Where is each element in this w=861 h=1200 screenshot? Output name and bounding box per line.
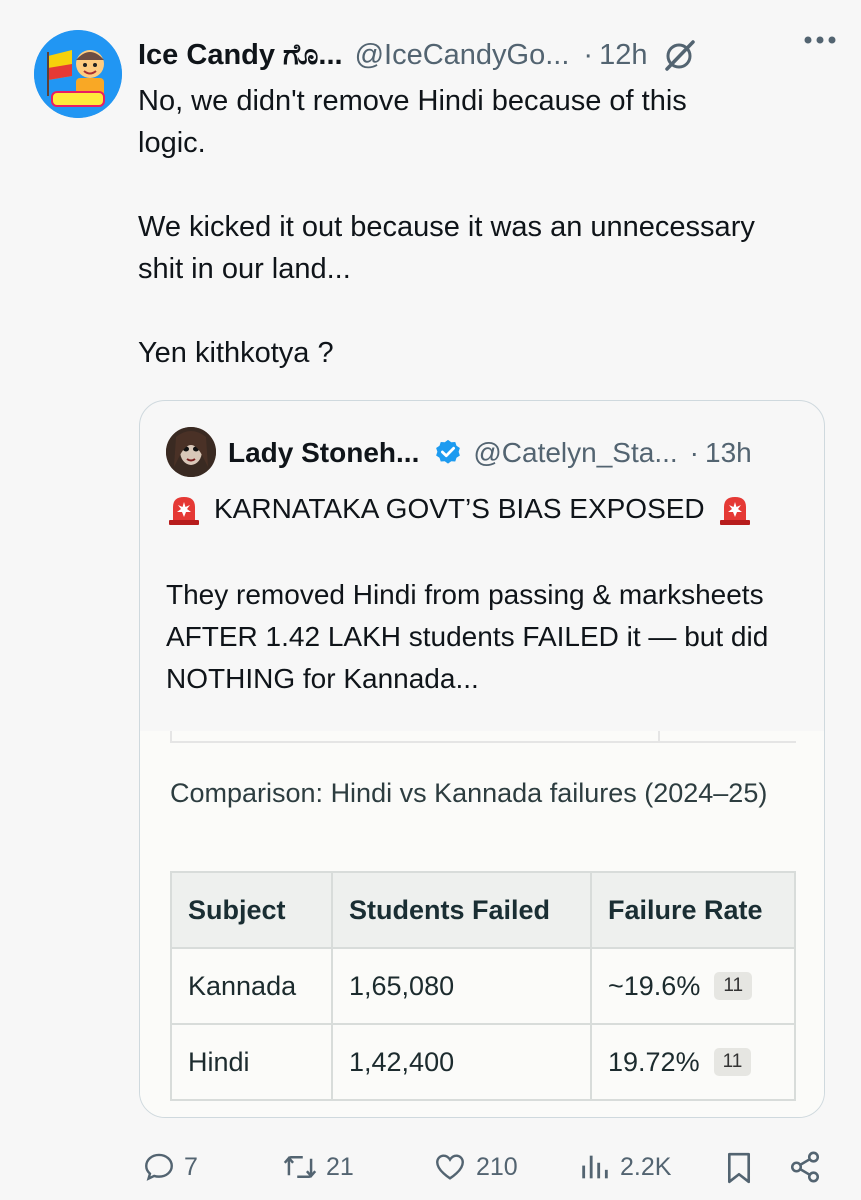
author-handle[interactable]: @IceCandyGo... [355, 39, 570, 72]
tweet-text: No, we didn't remove Hindi because of th… [138, 85, 755, 369]
repost-icon [283, 1156, 317, 1178]
author-name[interactable]: Ice Candy ಗೊ... [138, 39, 343, 72]
avatar-logo-icon [34, 30, 122, 118]
subject-cell: Hindi [170, 1023, 333, 1101]
share-button[interactable] [788, 1150, 822, 1184]
grok-icon[interactable] [663, 38, 697, 72]
quote-author-name[interactable]: Lady Stoneh... [228, 437, 419, 469]
quote-time[interactable]: 13h [705, 437, 752, 469]
table-row: Hindi 1,42,400 19.72% 11 [170, 1023, 796, 1101]
quote-embedded-image[interactable]: Comparison: Hindi vs Kannada failures (2… [140, 731, 824, 1117]
table-row: Kannada 1,65,080 ~19.6% 11 [170, 947, 796, 1025]
table-top-border [170, 731, 796, 743]
comparison-table: Subject Students Failed Failure Rate Kan… [170, 871, 796, 1101]
like-count: 210 [476, 1152, 518, 1181]
more-icon[interactable] [802, 34, 838, 46]
views-button[interactable]: 2.2K [578, 1150, 671, 1184]
rate-cell: ~19.6% 11 [590, 947, 796, 1025]
quote-avatar-image [166, 427, 216, 477]
quote-author-avatar[interactable] [166, 427, 216, 477]
comparison-title: Comparison: Hindi vs Kannada failures (2… [170, 778, 768, 808]
siren-icon [717, 491, 753, 527]
rate-value: 19.72% [608, 1046, 700, 1077]
like-button[interactable]: 210 [432, 1150, 518, 1184]
quote-author-handle[interactable]: @Catelyn_Sta... [473, 437, 677, 469]
column-header: Students Failed [331, 871, 592, 949]
views-count: 2.2K [620, 1152, 672, 1181]
bookmark-icon [727, 1152, 751, 1184]
table-header-row: Subject Students Failed Failure Rate [170, 871, 796, 949]
reply-button[interactable]: 7 [142, 1150, 198, 1184]
repost-count: 21 [326, 1152, 354, 1181]
quote-body-text: They removed Hindi from passing & marksh… [166, 579, 769, 694]
views-icon [582, 1155, 608, 1179]
heart-icon [436, 1154, 464, 1180]
quote-headline: KARNATAKA GOVT’S BIAS EXPOSED [166, 489, 816, 529]
rate-cell: 19.72% 11 [590, 1023, 796, 1101]
bookmark-button[interactable] [722, 1150, 756, 1186]
failed-cell: 1,42,400 [331, 1023, 592, 1101]
quote-headline-text: KARNATAKA GOVT’S BIAS EXPOSED [214, 493, 705, 524]
rate-value: ~19.6% [608, 970, 701, 1001]
subject-cell: Kannada [170, 947, 333, 1025]
tweet-action-bar: 7 21 210 2.2K [140, 1146, 830, 1186]
separator-dot: · [583, 38, 594, 71]
column-header: Failure Rate [590, 871, 796, 949]
tweet-time[interactable]: 12h [599, 39, 647, 72]
siren-icon [166, 491, 202, 527]
column-header: Subject [170, 871, 333, 949]
tweet-header: Ice Candy ಗೊ... @IceCandyGo... · 12h [138, 30, 838, 80]
author-avatar[interactable] [34, 30, 122, 118]
citation-badge: 11 [713, 1048, 752, 1076]
citation-badge: 11 [714, 972, 753, 1000]
reply-count: 7 [184, 1152, 198, 1181]
quote-separator-dot: · [689, 437, 699, 468]
failed-cell: 1,65,080 [331, 947, 592, 1025]
verified-badge-icon [433, 438, 463, 468]
share-icon [790, 1151, 820, 1183]
quote-header: Lady Stoneh... @Catelyn_Sta... · 13h [228, 431, 808, 475]
repost-button[interactable]: 21 [282, 1150, 354, 1184]
reply-icon [145, 1153, 173, 1181]
quoted-tweet[interactable]: Lady Stoneh... @Catelyn_Sta... · 13h KAR… [139, 400, 825, 1118]
